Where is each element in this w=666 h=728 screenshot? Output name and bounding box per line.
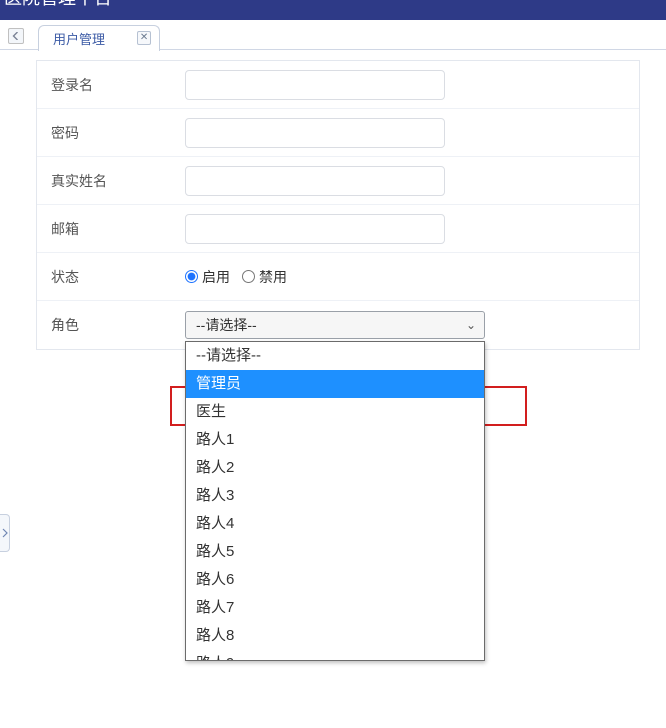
app-title: 医院管理平台 bbox=[4, 0, 112, 8]
close-icon: ✕ bbox=[140, 33, 148, 43]
row-login-name: 登录名 bbox=[37, 61, 639, 109]
role-option[interactable]: 路人3 bbox=[186, 482, 484, 510]
status-disable-input[interactable] bbox=[242, 270, 255, 283]
role-option[interactable]: 路人5 bbox=[186, 538, 484, 566]
row-status: 状态 启用 禁用 bbox=[37, 253, 639, 301]
role-option[interactable]: --请选择-- bbox=[186, 342, 484, 370]
role-select-value: --请选择-- bbox=[196, 315, 257, 335]
tabs-bar: 用户管理 ✕ bbox=[0, 20, 666, 50]
role-option[interactable]: 管理员 bbox=[186, 370, 484, 398]
real-name-input[interactable] bbox=[185, 166, 445, 196]
role-select-display[interactable]: --请选择-- ⌄ bbox=[185, 311, 485, 339]
left-edge-toggle[interactable] bbox=[0, 514, 10, 552]
tab-label: 用户管理 bbox=[53, 29, 105, 48]
status-disable-radio[interactable]: 禁用 bbox=[242, 267, 287, 287]
role-dropdown[interactable]: --请选择--管理员医生路人1路人2路人3路人4路人5路人6路人7路人8路人9 bbox=[185, 341, 485, 661]
login-name-input[interactable] bbox=[185, 70, 445, 100]
status-disable-text: 禁用 bbox=[259, 267, 287, 287]
role-option[interactable]: 路人2 bbox=[186, 454, 484, 482]
role-select[interactable]: --请选择-- ⌄ --请选择--管理员医生路人1路人2路人3路人4路人5路人6… bbox=[185, 311, 485, 339]
row-email: 邮箱 bbox=[37, 205, 639, 253]
status-enable-text: 启用 bbox=[202, 267, 230, 287]
role-option[interactable]: 路人4 bbox=[186, 510, 484, 538]
user-form: 登录名 密码 真实姓名 邮箱 状态 bbox=[36, 60, 640, 350]
role-option[interactable]: 路人6 bbox=[186, 566, 484, 594]
email-label: 邮箱 bbox=[37, 219, 185, 239]
password-input[interactable] bbox=[185, 118, 445, 148]
tab-user-management[interactable]: 用户管理 ✕ bbox=[38, 25, 160, 51]
role-option[interactable]: 路人1 bbox=[186, 426, 484, 454]
chevron-down-icon: ⌄ bbox=[466, 318, 476, 332]
app-header: 医院管理平台 bbox=[0, 0, 666, 20]
login-name-label: 登录名 bbox=[37, 75, 185, 95]
row-password: 密码 bbox=[37, 109, 639, 157]
role-label: 角色 bbox=[37, 315, 185, 335]
role-option[interactable]: 路人9 bbox=[186, 650, 484, 661]
tab-close-button[interactable]: ✕ bbox=[137, 31, 151, 45]
chevron-left-icon bbox=[12, 32, 20, 40]
status-enable-radio[interactable]: 启用 bbox=[185, 267, 230, 287]
sidebar-collapse-button[interactable] bbox=[8, 28, 24, 44]
status-label: 状态 bbox=[37, 267, 185, 287]
real-name-label: 真实姓名 bbox=[37, 171, 185, 191]
role-option[interactable]: 医生 bbox=[186, 398, 484, 426]
password-label: 密码 bbox=[37, 123, 185, 143]
role-option[interactable]: 路人8 bbox=[186, 622, 484, 650]
email-input[interactable] bbox=[185, 214, 445, 244]
row-role: 角色 --请选择-- ⌄ --请选择--管理员医生路人1路人2路人3路人4路人5… bbox=[37, 301, 639, 349]
role-option[interactable]: 路人7 bbox=[186, 594, 484, 622]
chevron-right-icon bbox=[2, 528, 8, 538]
row-real-name: 真实姓名 bbox=[37, 157, 639, 205]
status-enable-input[interactable] bbox=[185, 270, 198, 283]
